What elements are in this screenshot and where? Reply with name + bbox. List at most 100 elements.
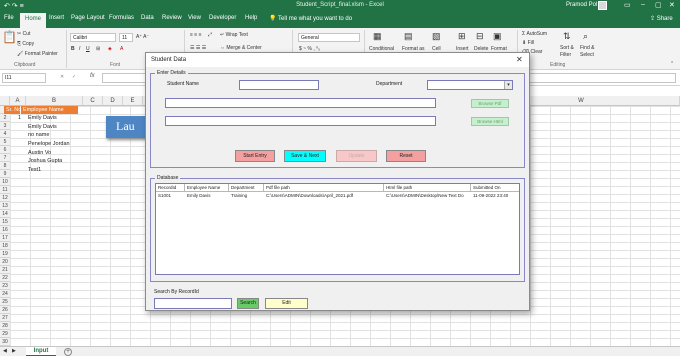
cell-employee[interactable]: Penelope Jordan: [28, 141, 70, 147]
fill-button[interactable]: ⬇ Fill: [522, 40, 534, 46]
column-header[interactable]: A: [10, 96, 26, 106]
select-all-corner[interactable]: [0, 96, 10, 106]
close-window-icon[interactable]: ✕: [669, 1, 675, 9]
add-sheet-icon[interactable]: +: [64, 348, 72, 356]
row-header[interactable]: 6: [0, 146, 10, 154]
tell-me-search[interactable]: 💡 Tell me what you want to do: [269, 15, 352, 22]
cell-employee[interactable]: Austin Vo: [28, 150, 51, 156]
row-header[interactable]: 23: [0, 282, 10, 290]
row-header[interactable]: 16: [0, 226, 10, 234]
orientation-icon[interactable]: ⤢: [208, 32, 212, 38]
row-header[interactable]: 5: [0, 138, 10, 146]
sheet-tab-input[interactable]: Input: [26, 347, 56, 356]
paste-icon[interactable]: 📋: [2, 30, 17, 44]
format-as-table-icon[interactable]: ▤: [404, 31, 413, 42]
row-header[interactable]: 19: [0, 250, 10, 258]
grow-font-icon[interactable]: A⁺ A⁻: [136, 34, 149, 40]
cell-employee[interactable]: Emily Davis: [28, 115, 57, 121]
row-header[interactable]: 21: [0, 266, 10, 274]
align-top-icon[interactable]: ≡ ≡ ≡: [190, 32, 202, 38]
italic-icon[interactable]: I: [79, 46, 80, 52]
underline-icon[interactable]: U: [86, 46, 90, 52]
maximize-icon[interactable]: ▢: [655, 1, 662, 9]
tab-help[interactable]: Help: [245, 15, 257, 21]
save-next-button[interactable]: Save & Next: [284, 150, 326, 162]
row-header[interactable]: 10: [0, 178, 10, 186]
pdf-path-input[interactable]: [165, 98, 436, 108]
search-button[interactable]: Search: [237, 298, 259, 309]
cut-button[interactable]: ✂ Cut: [17, 31, 30, 37]
row-header[interactable]: 22: [0, 274, 10, 282]
row-header[interactable]: 13: [0, 202, 10, 210]
column-header[interactable]: D: [103, 96, 123, 106]
row-header[interactable]: 8: [0, 162, 10, 170]
number-format-select[interactable]: General: [298, 33, 360, 42]
cell-styles-icon[interactable]: ▧: [432, 31, 441, 42]
filter-label[interactable]: Filter: [560, 52, 571, 58]
sort-filter-icon[interactable]: ⇅: [563, 31, 571, 42]
insert-cells-icon[interactable]: ⊞: [458, 31, 466, 42]
name-box[interactable]: I11: [2, 73, 46, 83]
row-header[interactable]: 12: [0, 194, 10, 202]
tab-review[interactable]: Review: [162, 15, 182, 21]
row-header[interactable]: 17: [0, 234, 10, 242]
close-icon[interactable]: ✕: [516, 55, 523, 64]
merge-center-button[interactable]: ⇔ Merge & Center: [220, 45, 262, 51]
cell-row-number[interactable]: 1: [18, 115, 21, 121]
minimize-icon[interactable]: –: [641, 1, 645, 8]
fx-icon[interactable]: fx: [90, 73, 95, 79]
enter-icon[interactable]: ✓: [72, 74, 76, 80]
wrap-text-button[interactable]: ↵ Wrap Text: [220, 32, 248, 38]
conditional-formatting-icon[interactable]: ▦: [373, 31, 382, 42]
tab-view[interactable]: View: [188, 15, 201, 21]
row-header[interactable]: 4: [0, 130, 10, 138]
row-header[interactable]: 20: [0, 258, 10, 266]
browse-pdf-button[interactable]: Browse Pdf: [471, 99, 509, 108]
start-entry-button[interactable]: Start Entry: [235, 150, 275, 162]
tab-formulas[interactable]: Formulas: [109, 15, 134, 21]
fill-color-icon[interactable]: ◈: [108, 46, 112, 52]
tab-page-layout[interactable]: Page Layout: [71, 15, 105, 21]
row-header[interactable]: 3: [0, 122, 10, 130]
browse-html-button[interactable]: Browse Html: [471, 117, 509, 126]
cancel-icon[interactable]: ✕: [60, 74, 64, 80]
font-color-icon[interactable]: A: [120, 46, 123, 52]
sheet-nav-next-icon[interactable]: ▶: [12, 348, 16, 354]
tab-file[interactable]: File: [4, 15, 14, 21]
list-cell[interactable]: Emily Davis: [185, 192, 229, 199]
font-size-select[interactable]: 11: [119, 33, 133, 42]
select-label[interactable]: Select: [580, 52, 594, 58]
find-icon[interactable]: ⌕: [583, 31, 588, 42]
list-cell[interactable]: C:\Users\ADMIN\Downloads\April_2021.pdf: [264, 192, 384, 199]
cell-employee[interactable]: no name: [28, 132, 49, 138]
font-name-select[interactable]: Calibri: [70, 33, 116, 42]
borders-icon[interactable]: ⊞: [96, 46, 100, 52]
tab-insert[interactable]: Insert: [49, 15, 64, 21]
list-cell[interactable]: S1001: [156, 192, 185, 199]
row-header[interactable]: 25: [0, 298, 10, 306]
avatar[interactable]: [598, 1, 607, 10]
row-header[interactable]: 28: [0, 322, 10, 330]
row-header[interactable]: 15: [0, 218, 10, 226]
cell-employee[interactable]: Test1: [28, 167, 41, 173]
collapse-ribbon-icon[interactable]: ⌃: [670, 61, 674, 67]
format-painter-button[interactable]: 🖌 Format Painter: [17, 51, 58, 57]
list-cell[interactable]: C:\Users\ADMIN\Desktop\New Text Do: [384, 192, 471, 199]
tab-data[interactable]: Data: [141, 15, 154, 21]
edit-button[interactable]: Edit: [265, 298, 308, 309]
delete-cells-icon[interactable]: ⊟: [476, 31, 484, 42]
copy-button[interactable]: ⎘ Copy: [17, 41, 34, 47]
row-header[interactable]: 30: [0, 338, 10, 346]
list-cell[interactable]: Training: [229, 192, 264, 199]
row-header[interactable]: 11: [0, 186, 10, 194]
row-header[interactable]: 7: [0, 154, 10, 162]
list-cell[interactable]: 11-09-2022 23:40: [471, 192, 521, 199]
row-header[interactable]: 26: [0, 306, 10, 314]
chevron-down-icon[interactable]: ▾: [504, 81, 512, 89]
column-header[interactable]: B: [26, 96, 83, 106]
bold-icon[interactable]: B: [71, 46, 75, 52]
row-header[interactable]: 14: [0, 210, 10, 218]
student-name-input[interactable]: [239, 80, 319, 90]
row-header[interactable]: 27: [0, 314, 10, 322]
autosum-button[interactable]: Σ AutoSum: [522, 31, 547, 37]
